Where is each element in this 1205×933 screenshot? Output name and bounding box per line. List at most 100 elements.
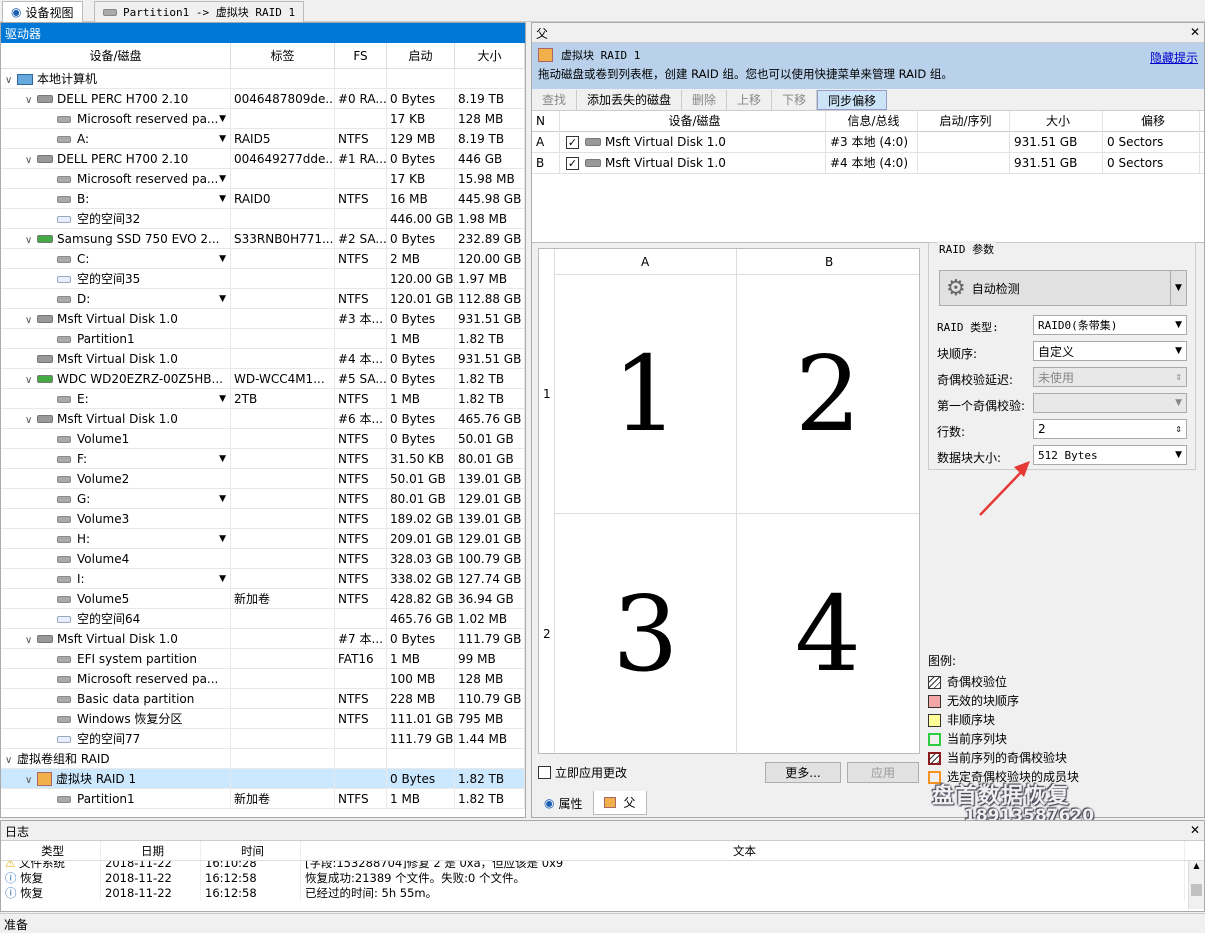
- drive-row[interactable]: Partition1 1 MB 1.82 TB: [1, 328, 525, 349]
- drive-row[interactable]: Basic data partition NTFS 228 MB 110.79 GB: [1, 688, 525, 709]
- delete-button[interactable]: 删除: [682, 89, 728, 110]
- expand-chevron-icon[interactable]: ∨: [5, 71, 17, 89]
- raid-disk-row[interactable]: B ✓ Msft Virtual Disk 1.0 #4 本地 (4:0) 931…: [532, 152, 1204, 174]
- expand-chevron-icon[interactable]: ∨: [5, 751, 17, 769]
- drive-row[interactable]: Microsoft reserved pa... 100 MB 128 MB: [1, 668, 525, 689]
- rows-spinner[interactable]: 2 ⇕: [1033, 419, 1187, 439]
- apply-now-checkbox[interactable]: [538, 766, 551, 779]
- col-start[interactable]: 启动: [387, 43, 455, 68]
- drive-row[interactable]: ∨ WDC WD20EZRZ-00Z5HB... WD-WCC4M1... #5 SA…: [1, 368, 525, 389]
- drive-row[interactable]: ∨ DELL PERC H700 2.10 004649277dde... #1 RA…: [1, 148, 525, 169]
- col-info[interactable]: 信息/总线: [826, 110, 918, 132]
- first-parity-select[interactable]: ▼: [1033, 393, 1187, 413]
- drive-row[interactable]: Microsoft reserved pa... ▼ 17 KB 128 MB: [1, 108, 525, 129]
- col-seq[interactable]: 启动/序列: [918, 110, 1010, 132]
- drive-row[interactable]: ∨ 虚拟块 RAID 1 0 Bytes 1.82 TB: [1, 768, 525, 789]
- drive-row[interactable]: ∨ 虚拟卷组和 RAID: [1, 748, 525, 769]
- col-n[interactable]: N: [532, 110, 560, 132]
- raid-block[interactable]: 4: [737, 514, 919, 753]
- drive-row[interactable]: H: ▼ NTFS 209.01 GB 129.01 GB: [1, 528, 525, 549]
- col-device[interactable]: 设备/磁盘: [1, 43, 231, 68]
- expand-chevron-icon[interactable]: ∨: [25, 631, 37, 649]
- drive-row[interactable]: C: ▼ NTFS 2 MB 120.00 GB: [1, 248, 525, 269]
- scroll-up-icon[interactable]: ▲: [1189, 861, 1204, 870]
- dropdown-arrow-icon[interactable]: ▼: [219, 569, 226, 589]
- dropdown-arrow-icon[interactable]: ▼: [219, 489, 226, 509]
- drive-row[interactable]: Microsoft reserved pa... ▼ 17 KB 15.98 MB: [1, 168, 525, 189]
- drive-row[interactable]: F: ▼ NTFS 31.50 KB 80.01 GB: [1, 448, 525, 469]
- dropdown-arrow-icon[interactable]: ▼: [219, 169, 226, 189]
- col-size[interactable]: 大小: [455, 43, 525, 68]
- drive-row[interactable]: Partition1 新加卷 NTFS 1 MB 1.82 TB: [1, 788, 525, 809]
- dropdown-arrow-icon[interactable]: ▼: [219, 189, 226, 209]
- sync-offset-button[interactable]: 同步偏移: [817, 89, 888, 110]
- drive-row[interactable]: Volume4 NTFS 328.03 GB 100.79 GB: [1, 548, 525, 569]
- col-text[interactable]: 文本: [301, 841, 1185, 860]
- drive-row[interactable]: D: ▼ NTFS 120.01 GB 112.88 GB: [1, 288, 525, 309]
- parity-delay-spinner[interactable]: 未使用 ⇕: [1033, 367, 1187, 387]
- dropdown-arrow-icon[interactable]: ▼: [219, 529, 226, 549]
- close-icon[interactable]: ✕: [1190, 823, 1200, 838]
- drive-row[interactable]: I: ▼ NTFS 338.02 GB 127.74 GB: [1, 568, 525, 589]
- col-time[interactable]: 时间: [201, 841, 301, 860]
- col-type[interactable]: 类型: [1, 841, 101, 860]
- raid-disk-row[interactable]: A ✓ Msft Virtual Disk 1.0 #3 本地 (4:0) 931…: [532, 131, 1204, 153]
- log-scrollbar[interactable]: ▲: [1188, 861, 1204, 909]
- include-checkbox[interactable]: ✓: [566, 135, 579, 149]
- col-label[interactable]: 标签: [231, 43, 335, 68]
- hide-tip-link[interactable]: 隐藏提示: [1150, 49, 1198, 66]
- dropdown-arrow-icon[interactable]: ▼: [219, 389, 226, 409]
- expand-chevron-icon[interactable]: ∨: [25, 411, 37, 429]
- drive-row[interactable]: Windows 恢复分区 NTFS 111.01 GB 795 MB: [1, 708, 525, 729]
- raid-type-select[interactable]: RAID0(条带集) ▼: [1033, 315, 1187, 335]
- expand-chevron-icon[interactable]: ∨: [25, 771, 37, 789]
- expand-chevron-icon[interactable]: ∨: [25, 371, 37, 389]
- drive-row[interactable]: B: ▼ RAID0 NTFS 16 MB 445.98 GB: [1, 188, 525, 209]
- drive-row[interactable]: ∨ DELL PERC H700 2.10 0046487809de... #0 RA…: [1, 88, 525, 109]
- dropdown-arrow-icon[interactable]: ▼: [219, 449, 226, 469]
- dropdown-arrow-icon[interactable]: ▼: [219, 249, 226, 269]
- more-button[interactable]: 更多...: [765, 762, 841, 783]
- find-button[interactable]: 查找: [532, 89, 578, 110]
- apply-button[interactable]: 应用: [847, 762, 919, 783]
- include-checkbox[interactable]: ✓: [566, 156, 579, 170]
- drive-row[interactable]: G: ▼ NTFS 80.01 GB 129.01 GB: [1, 488, 525, 509]
- add-missing-disk-button[interactable]: 添加丢失的磁盘: [577, 89, 683, 110]
- close-icon[interactable]: ✕: [1190, 25, 1200, 40]
- drive-row[interactable]: Msft Virtual Disk 1.0 #4 本... 0 Bytes 931.5…: [1, 348, 525, 369]
- drive-row[interactable]: EFI system partition FAT16 1 MB 99 MB: [1, 648, 525, 669]
- col-date[interactable]: 日期: [101, 841, 201, 860]
- drive-row[interactable]: 空的空间32 446.00 GB 1.98 MB: [1, 208, 525, 229]
- dropdown-arrow-icon[interactable]: ▼: [219, 129, 226, 149]
- drive-row[interactable]: 空的空间77 111.79 GB 1.44 MB: [1, 728, 525, 749]
- tab-partition-raid[interactable]: Partition1 -> 虚拟块 RAID 1: [94, 1, 305, 22]
- drive-row[interactable]: Volume5 新加卷 NTFS 428.82 GB 36.94 GB: [1, 588, 525, 609]
- drive-row[interactable]: Volume2 NTFS 50.01 GB 139.01 GB: [1, 468, 525, 489]
- drive-row[interactable]: Volume3 NTFS 189.02 GB 139.01 GB: [1, 508, 525, 529]
- block-size-select[interactable]: 512 Bytes ▼: [1033, 445, 1187, 465]
- drive-row[interactable]: Volume1 NTFS 0 Bytes 50.01 GB: [1, 428, 525, 449]
- drive-row[interactable]: ∨ 本地计算机: [1, 68, 525, 89]
- raid-block[interactable]: 1: [555, 275, 736, 513]
- col-offset[interactable]: 偏移: [1103, 110, 1200, 132]
- move-up-button[interactable]: 上移: [727, 89, 773, 110]
- drive-row[interactable]: E: ▼ 2TB NTFS 1 MB 1.82 TB: [1, 388, 525, 409]
- log-row[interactable]: ⓘ 恢复 2018-11-22 16:12:58 恢复成功:21389 个文件。…: [1, 871, 1204, 886]
- drive-row[interactable]: 空的空间64 465.76 GB 1.02 MB: [1, 608, 525, 629]
- block-order-select[interactable]: 自定义 ▼: [1033, 341, 1187, 361]
- col-device[interactable]: 设备/磁盘: [560, 110, 826, 132]
- drive-row[interactable]: ∨ Msft Virtual Disk 1.0 #6 本... 0 Bytes 465.…: [1, 408, 525, 429]
- expand-chevron-icon[interactable]: ∨: [25, 231, 37, 249]
- dropdown-arrow-icon[interactable]: ▼: [219, 109, 226, 129]
- drive-row[interactable]: 空的空间35 120.00 GB 1.97 MB: [1, 268, 525, 289]
- raid-block[interactable]: 3: [555, 514, 736, 753]
- col-fs[interactable]: FS: [335, 43, 387, 68]
- drive-row[interactable]: ∨ Msft Virtual Disk 1.0 #7 本... 0 Bytes 111.…: [1, 628, 525, 649]
- expand-chevron-icon[interactable]: ∨: [25, 151, 37, 169]
- drive-row[interactable]: A: ▼ RAID5 NTFS 129 MB 8.19 TB: [1, 128, 525, 149]
- col-size[interactable]: 大小: [1010, 110, 1103, 132]
- chevron-down-icon[interactable]: ▼: [1170, 271, 1186, 305]
- tab-parent[interactable]: 父: [592, 791, 647, 815]
- scroll-thumb[interactable]: [1191, 884, 1202, 896]
- raid-block[interactable]: 2: [737, 275, 919, 513]
